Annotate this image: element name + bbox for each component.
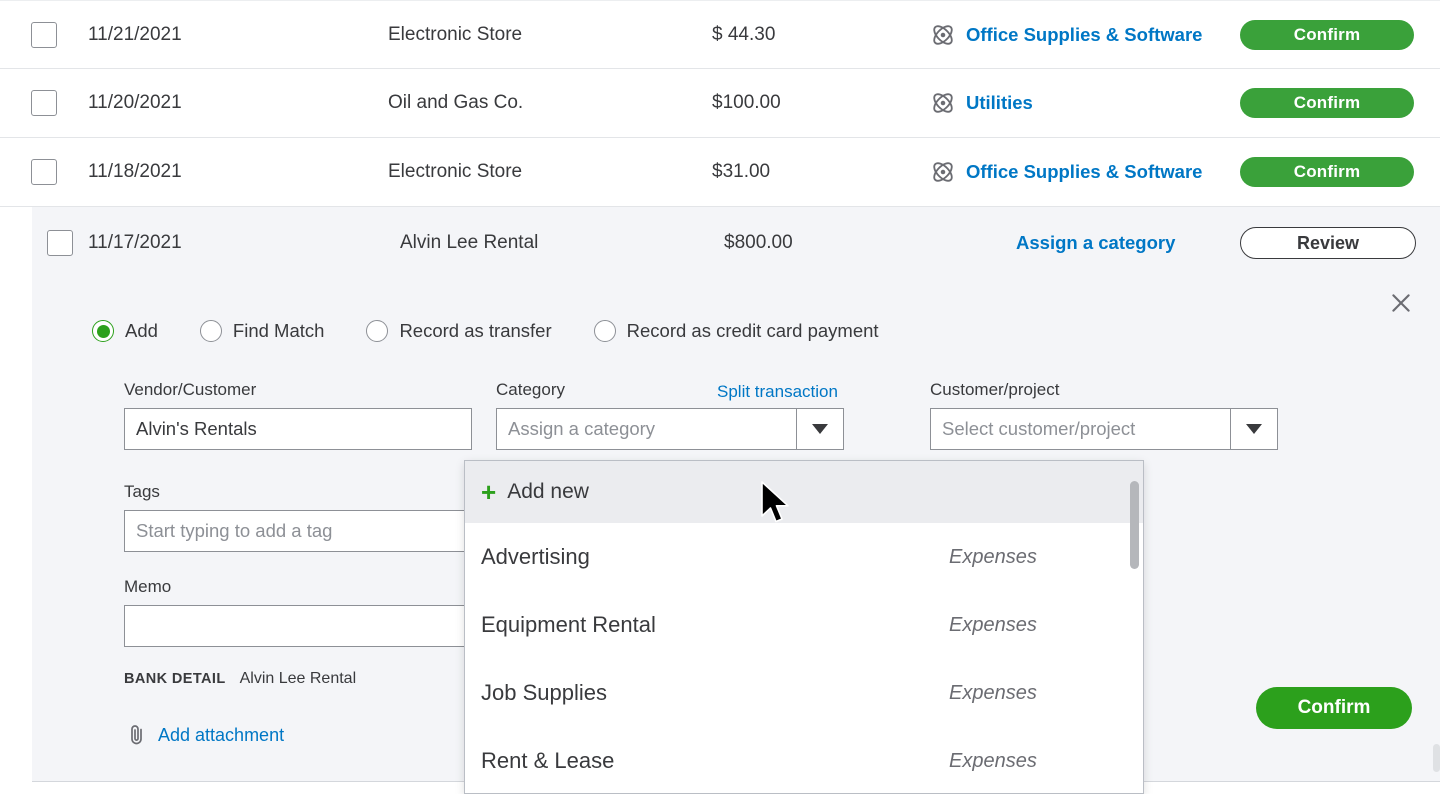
close-icon[interactable] [1388,290,1414,316]
table-row-expanded[interactable]: 11/17/2021 Alvin Lee Rental $800.00 Assi… [32,207,1440,279]
cell-date: 11/18/2021 [88,161,182,182]
row-select-checkbox[interactable] [31,90,57,116]
dropdown-item-add-new[interactable]: + Add new [465,461,1143,523]
radio-label: Record as credit card payment [626,320,879,341]
table-row[interactable]: 11/21/2021 Electronic Store $ 44.30 Offi… [0,0,1440,69]
row-checkbox-cell [0,159,88,185]
dropdown-item-type: Expenses [949,613,1037,636]
detail-confirm-button[interactable]: Confirm [1256,687,1412,729]
cell-action: Confirm [1240,157,1440,187]
row-select-checkbox[interactable] [31,21,57,48]
cell-description: Electronic Store [388,161,523,182]
vendor-customer-input[interactable]: Alvin's Rentals [124,408,472,450]
dropdown-item-name: Equipment Rental [481,612,656,637]
dropdown-item[interactable]: Equipment Rental Expenses [465,591,1143,659]
customer-project-dropdown-toggle[interactable] [1230,408,1278,450]
dropdown-item-type: Expenses [949,681,1037,704]
dropdown-item[interactable]: Job Supplies Expenses [465,659,1143,727]
cell-action: Confirm [1240,19,1440,50]
bank-detail-value: Alvin Lee Rental [239,670,357,687]
row-checkbox-cell [0,90,88,116]
dropdown-item-name: Rent & Lease [481,748,615,773]
add-new-label: Add new [507,480,589,503]
cell-date: 11/20/2021 [88,92,182,113]
table-row[interactable]: 11/18/2021 Electronic Store $31.00 Offic… [0,138,1440,207]
row-checkbox-cell [32,230,88,256]
review-button[interactable]: Review [1240,227,1416,259]
dropdown-scrollbar[interactable] [1130,465,1139,791]
ai-suggestion-icon [933,24,953,45]
cell-description: Electronic Store [388,23,523,45]
category-link[interactable]: Office Supplies & Software [966,161,1202,183]
category-dropdown-toggle[interactable] [796,408,844,450]
category-link[interactable]: Utilities [966,92,1033,114]
cell-date: 11/17/2021 [88,232,182,253]
cell-amount: $ 44.30 [712,23,776,45]
chevron-down-icon [812,424,828,434]
assign-category-link[interactable]: Assign a category [1016,232,1175,254]
vendor-customer-field: Vendor/Customer Alvin's Rentals [124,380,472,450]
dropdown-item[interactable]: Rent & Lease Expenses [465,727,1143,793]
cell-amount: $800.00 [724,232,793,253]
radio-indicator [199,320,222,342]
dropdown-item[interactable]: Advertising Expenses [465,523,1143,591]
table-row[interactable]: 11/20/2021 Oil and Gas Co. $100.00 Utili… [0,69,1440,138]
radio-record-as-transfer[interactable]: Record as transfer [366,320,552,342]
radio-label: Record as transfer [399,320,552,341]
radio-label: Add [125,320,158,341]
row-checkbox-cell [0,21,88,48]
cell-action: Confirm [1240,88,1440,118]
radio-indicator [366,320,389,342]
plus-icon: + [481,477,497,507]
customer-project-label: Customer/project [930,380,1060,399]
confirm-button[interactable]: Confirm [1240,157,1414,187]
bank-detail: BANK DETAIL Alvin Lee Rental [124,670,356,688]
radio-find-match[interactable]: Find Match [199,320,325,342]
chevron-down-icon [1246,424,1262,434]
cell-category: Office Supplies & Software [878,22,1240,48]
ai-suggestion-icon [933,93,953,113]
add-attachment-label: Add attachment [158,724,285,745]
add-attachment-link[interactable]: Add attachment [128,723,284,747]
cell-category: Assign a category [890,232,1240,254]
category-dropdown-list: + Add new Advertising Expenses Equipment… [464,460,1144,794]
row-select-checkbox[interactable] [31,159,57,185]
dropdown-scrollbar-thumb[interactable] [1130,481,1139,569]
page-scrollbar-thumb[interactable] [1433,744,1440,772]
split-transaction-link[interactable]: Split transaction [717,382,838,402]
dropdown-item-name: Advertising [481,544,590,569]
category-combobox[interactable]: Assign a category [496,408,844,450]
cell-amount: $100.00 [712,92,781,113]
paperclip-icon [131,725,142,745]
category-input[interactable]: Assign a category [496,408,796,450]
radio-add[interactable]: Add [92,320,158,342]
confirm-button[interactable]: Confirm [1240,19,1414,50]
customer-project-input[interactable]: Select customer/project [930,408,1230,450]
row-select-checkbox[interactable] [47,230,73,256]
customer-project-field: Customer/project Select customer/project [930,380,1278,450]
cell-category: Utilities [878,90,1240,116]
radio-record-as-credit-card-payment[interactable]: Record as credit card payment [593,320,879,342]
cell-category: Office Supplies & Software [878,159,1240,185]
bank-detail-label: BANK DETAIL [124,671,226,687]
dropdown-item-type: Expenses [949,749,1037,772]
radio-indicator [92,320,114,342]
cell-description: Alvin Lee Rental [400,232,539,253]
cell-description: Oil and Gas Co. [388,92,524,113]
transactions-table: 11/21/2021 Electronic Store $ 44.30 Offi… [0,0,1440,279]
cell-amount: $31.00 [712,161,771,182]
confirm-button[interactable]: Confirm [1240,88,1414,118]
banking-transactions-screen: 11/21/2021 Electronic Store $ 44.30 Offi… [0,0,1440,794]
vendor-customer-label: Vendor/Customer [124,380,257,399]
customer-project-combobox[interactable]: Select customer/project [930,408,1278,450]
dropdown-item-type: Expenses [949,545,1037,568]
dropdown-item-name: Job Supplies [481,680,607,705]
radio-label: Find Match [232,320,325,341]
action-radio-group: Add Find Match Record as transfer Record… [92,320,879,342]
cell-action: Review [1240,227,1440,259]
radio-indicator [593,320,616,342]
ai-suggestion-icon [933,162,953,182]
category-link[interactable]: Office Supplies & Software [966,24,1202,46]
cell-date: 11/21/2021 [88,23,182,45]
